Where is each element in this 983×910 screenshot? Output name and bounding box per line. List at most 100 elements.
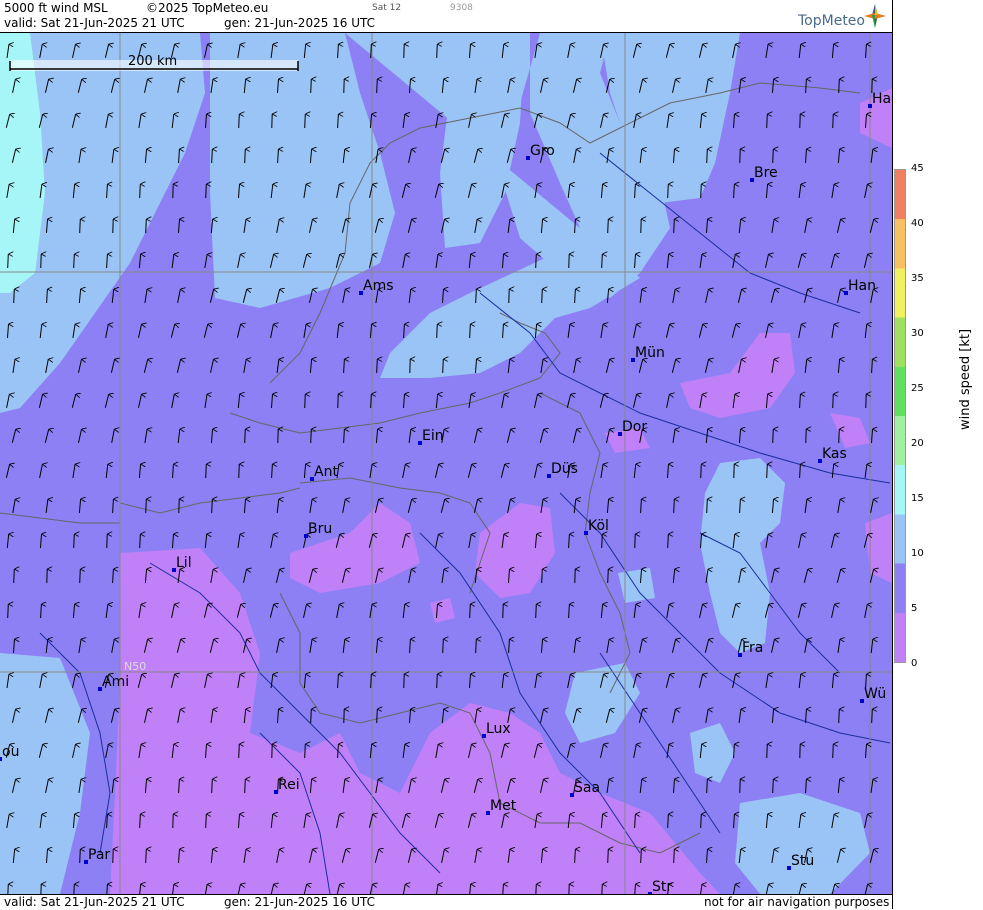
- city-label: Ha: [872, 91, 891, 107]
- colorbar-tick: 5: [911, 604, 917, 614]
- run-code: 9308: [450, 3, 473, 13]
- city-label: Wü: [864, 686, 886, 702]
- wind-arrow: [80, 849, 81, 863]
- wind-arrow: [305, 114, 306, 128]
- wind-arrow: [872, 709, 873, 723]
- wind-arrow: [707, 779, 708, 793]
- topmeteo-logo-text: TopMeteo: [798, 13, 865, 29]
- wind-arrow: [140, 814, 141, 828]
- wind-arrow: [443, 359, 444, 373]
- wind-arrow: [443, 639, 444, 653]
- footer-gen-time: gen: 21-Jun-2025 16 UTC: [224, 895, 375, 909]
- wind-arrow: [371, 44, 372, 58]
- wind-arrow: [371, 674, 372, 688]
- wind-arrow: [146, 849, 147, 863]
- city-label: Ams: [363, 278, 394, 294]
- wind-arrow: [206, 814, 207, 828]
- city-label: Met: [490, 798, 517, 814]
- wind-arrow: [8, 884, 9, 894]
- colorbar-tick: 30: [911, 329, 924, 339]
- wind-arrow: [212, 499, 213, 513]
- wind-arrow: [773, 779, 774, 793]
- wind-arrow: [602, 884, 603, 894]
- city-label: Ami: [102, 674, 129, 690]
- wind-arrow: [14, 289, 15, 303]
- wind-arrow: [668, 534, 669, 548]
- wind-arrow: [542, 289, 543, 303]
- wind-arrow: [833, 744, 834, 758]
- city-label: Köl: [588, 518, 609, 534]
- wind-arrow: [437, 44, 438, 58]
- city-label: Stu: [791, 853, 814, 869]
- city-label: Dor: [622, 419, 647, 435]
- lat-label: N50: [124, 660, 146, 673]
- wind-arrow: [674, 499, 675, 513]
- wind-arrow: [767, 114, 768, 128]
- city-label: ou: [2, 744, 19, 760]
- wind-arrow: [536, 254, 537, 268]
- wind-arrow: [470, 604, 471, 618]
- wind-arrow: [701, 184, 702, 198]
- wind-arrow: [437, 674, 438, 688]
- wind-arrow: [311, 709, 312, 723]
- wind-arrow: [239, 744, 240, 758]
- colorbar-tick: 25: [911, 384, 924, 394]
- city-label: Fra: [742, 640, 763, 656]
- wind-arrow: [767, 744, 768, 758]
- wind-arrow: [773, 149, 774, 163]
- wind-arrow: [833, 114, 834, 128]
- wind-arrow: [371, 394, 372, 408]
- colorbar-tick: 20: [911, 439, 924, 449]
- wind-arrow: [839, 79, 840, 93]
- wind-arrow: [212, 779, 213, 793]
- wind-arrow: [701, 464, 702, 478]
- city-label: Ein: [422, 428, 444, 444]
- wind-arrow: [80, 569, 81, 583]
- product-title: 5000 ft wind MSL: [4, 1, 108, 15]
- wind-arrow: [146, 219, 147, 233]
- wind-arrow: [833, 394, 834, 408]
- wind-arrow: [146, 499, 147, 513]
- wind-arrow: [377, 709, 378, 723]
- wind-arrow: [602, 534, 603, 548]
- wind-arrow: [608, 569, 609, 583]
- compass-logo-icon: [862, 2, 888, 30]
- wind-arrow: [641, 849, 642, 863]
- wind-arrow: [773, 429, 774, 443]
- colorbar-tick: 40: [911, 219, 924, 229]
- wind-arrow: [608, 219, 609, 233]
- wind-arrow: [542, 569, 543, 583]
- city-label: Par: [88, 847, 110, 863]
- colorbar-tick: 35: [911, 274, 924, 284]
- city-label: Han: [848, 278, 876, 294]
- wind-arrow: [140, 534, 141, 548]
- city-label: Düs: [551, 461, 578, 477]
- wind-arrow: [239, 114, 240, 128]
- copyright: ©2025 TopMeteo.eu: [146, 1, 268, 15]
- wind-arrow: [839, 709, 840, 723]
- colorbar-tick: 10: [911, 549, 924, 559]
- wind-arrow: [305, 394, 306, 408]
- wind-arrow: [206, 464, 207, 478]
- wind-arrow: [476, 639, 477, 653]
- wind-arrow: [536, 884, 537, 894]
- wind-arrow: [377, 79, 378, 93]
- header-bar: 5000 ft wind MSL ©2025 TopMeteo.eu Sat 1…: [0, 0, 892, 33]
- wind-arrow: [14, 569, 15, 583]
- wind-arrow: [8, 604, 9, 618]
- city-label: Bre: [754, 165, 778, 181]
- wind-arrow: [311, 429, 312, 443]
- city-label: Saa: [574, 780, 600, 796]
- city-label: Ant: [314, 464, 338, 480]
- city-label: Kas: [822, 446, 847, 462]
- wind-arrow: [668, 184, 669, 198]
- wind-arrow: [74, 884, 75, 894]
- city-label: Bru: [308, 521, 332, 537]
- wind-arrow: [8, 254, 9, 268]
- wind-arrow: [602, 254, 603, 268]
- wind-arrow: [80, 219, 81, 233]
- wind-arrow: [608, 849, 609, 863]
- city-label: Lil: [176, 555, 192, 571]
- wind-arrow: [74, 254, 75, 268]
- wind-arrow: [437, 324, 438, 338]
